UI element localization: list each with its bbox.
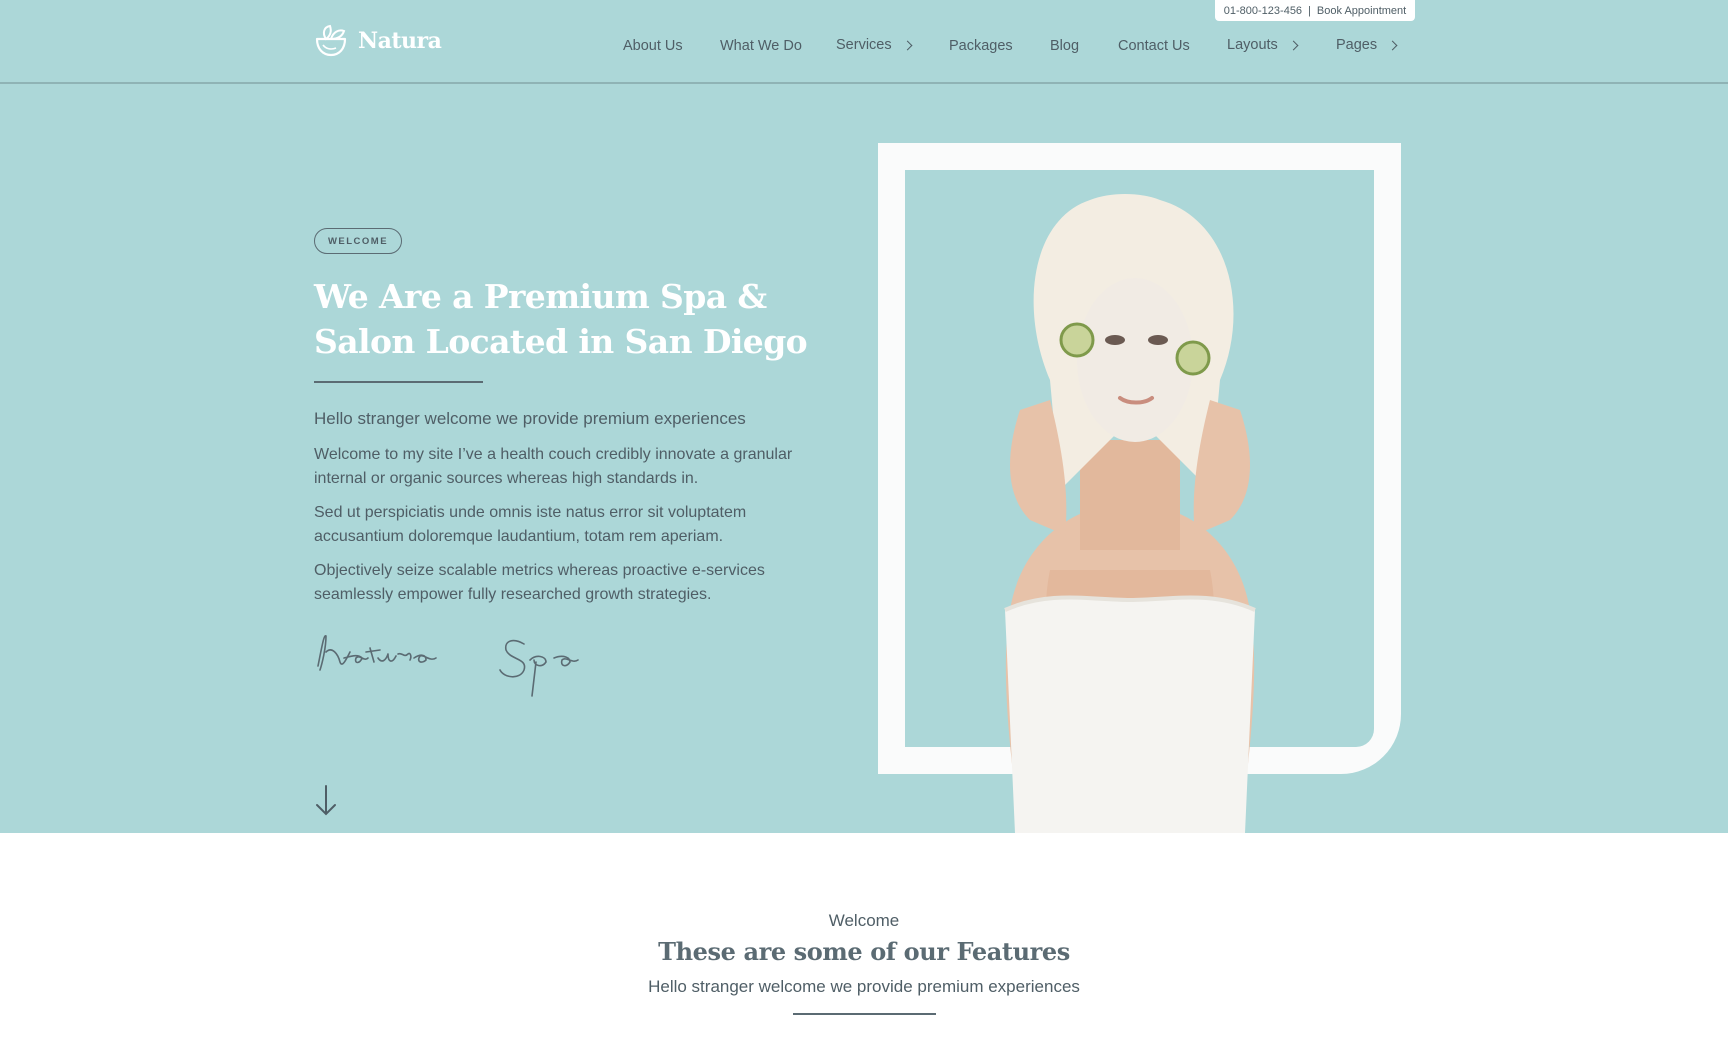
hero-title: We Are a Premium Spa & Salon Located in … [314, 277, 808, 361]
hero-paragraph-3: Objectively seize scalable metrics where… [314, 562, 765, 603]
signature-image [317, 635, 579, 697]
nav-label: Layouts [1227, 37, 1278, 53]
features-subtitle: Hello stranger welcome we provide premiu… [648, 977, 1080, 996]
hero-paragraph-2: Sed ut perspiciatis unde omnis iste natu… [314, 504, 747, 545]
nav-label: Pages [1336, 37, 1378, 53]
spa-woman-photo [1004, 194, 1256, 833]
nav-about-us[interactable]: About Us [623, 38, 683, 54]
nav-label: About Us [623, 38, 683, 54]
nav-what-we-do[interactable]: What We Do [720, 38, 802, 54]
phone-number[interactable]: 01-800-123-456 [1224, 5, 1302, 17]
nav-label: Blog [1050, 38, 1080, 54]
hero-paragraph-1: Welcome to my site I’ve a health couch c… [314, 446, 793, 487]
nav-layouts[interactable]: Layouts [1227, 37, 1299, 53]
features-eyebrow: Welcome [828, 911, 900, 930]
chevron-right-icon [1387, 40, 1398, 50]
header-divider [0, 82, 1728, 84]
nav-contact-us[interactable]: Contact Us [1118, 38, 1190, 54]
nav-services[interactable]: Services [836, 37, 913, 53]
nav-label: Services [836, 37, 892, 53]
chevron-right-icon [902, 40, 913, 50]
book-appointment-link[interactable]: Book Appointment [1317, 5, 1406, 17]
topbar-separator: | [1308, 4, 1311, 17]
features-title: These are some of our Features [658, 937, 1070, 966]
arrow-down-icon[interactable] [314, 784, 338, 818]
hero-lead: Hello stranger welcome we provide premiu… [314, 409, 746, 428]
main-nav: About Us What We Do Services Packages Bl… [0, 37, 1728, 62]
nav-label: What We Do [720, 38, 802, 54]
hero-section [0, 0, 1728, 833]
welcome-badge: WELCOME [314, 228, 402, 254]
features-divider [793, 1013, 936, 1015]
nav-blog[interactable]: Blog [1050, 38, 1079, 54]
chevron-right-icon [1288, 40, 1299, 50]
nav-label: Contact Us [1118, 38, 1190, 54]
nav-pages[interactable]: Pages [1336, 37, 1398, 53]
title-divider [314, 381, 483, 383]
nav-packages[interactable]: Packages [949, 38, 1013, 54]
nav-label: Packages [949, 38, 1013, 54]
topbar: 01-800-123-456 | Book Appointment [1215, 0, 1415, 21]
